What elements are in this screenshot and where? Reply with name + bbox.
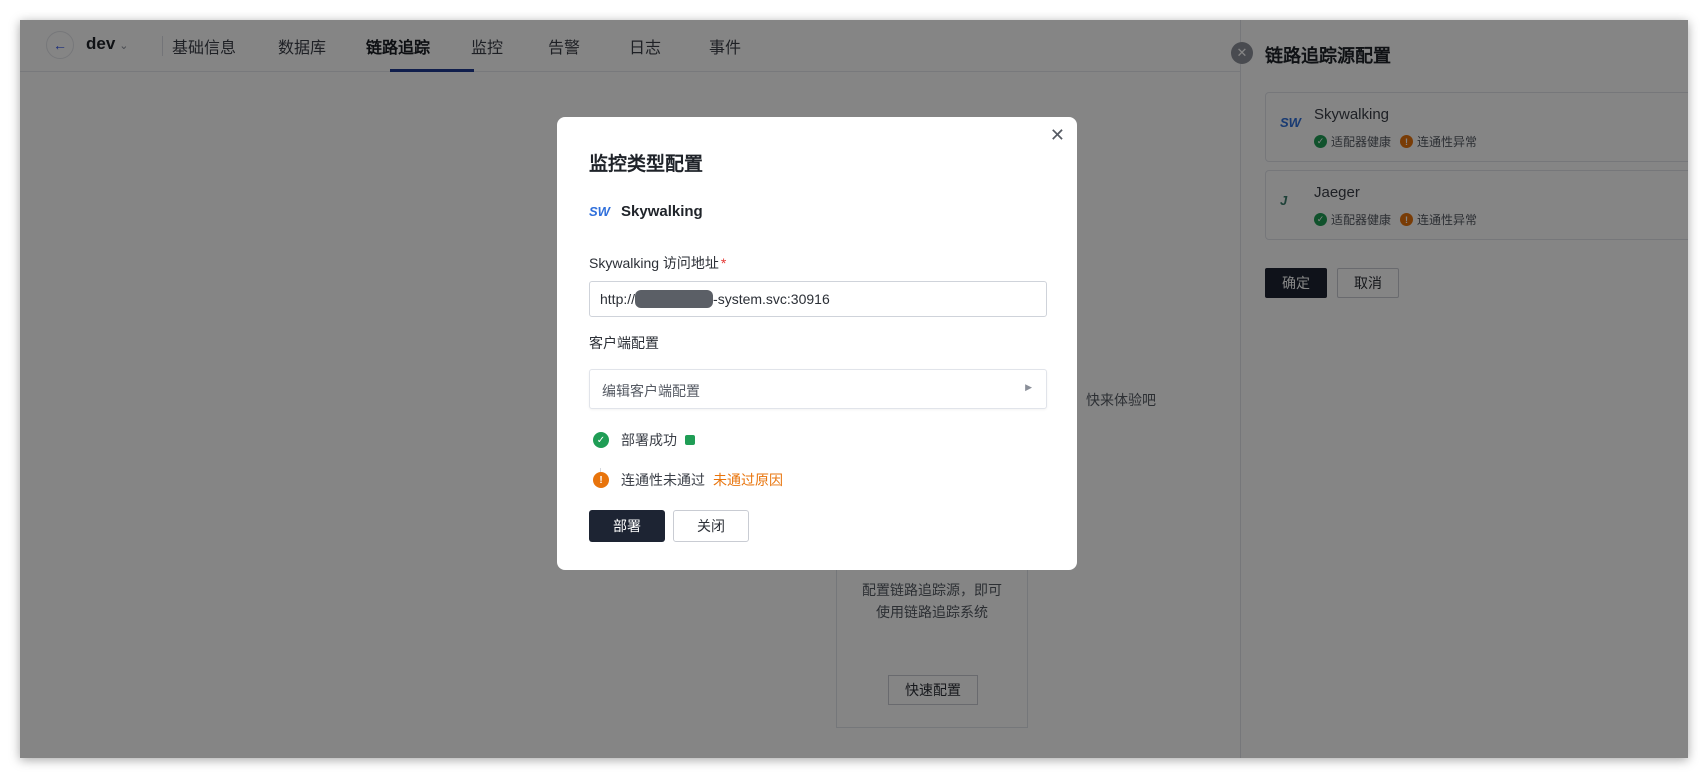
close-button[interactable]: 关闭 <box>673 510 749 542</box>
url-prefix: http:// <box>600 291 636 307</box>
deploy-status-step: ✓ 部署成功 <box>593 430 695 450</box>
monitor-type-config-modal: ✕ 监控类型配置 SW Skywalking Skywalking 访问地址 * … <box>557 117 1077 570</box>
caret-right-icon: ▶ <box>1025 382 1032 392</box>
url-suffix: -system.svc:30916 <box>713 291 830 307</box>
provider-header: SW Skywalking <box>589 203 703 220</box>
client-config-text: 编辑客户端配置 <box>602 383 700 399</box>
success-square-icon <box>685 435 695 445</box>
failure-reason-link[interactable]: 未通过原因 <box>713 470 783 490</box>
warning-circle-icon: ! <box>593 472 609 488</box>
step-label: 连通性未通过 <box>621 472 705 488</box>
deploy-button[interactable]: 部署 <box>589 510 665 542</box>
app-window: ← dev ⌄ 基础信息 数据库 链路追踪 监控 告警 日志 事件 快来体验吧 配… <box>20 20 1688 758</box>
skywalking-logo-icon: SW <box>589 204 610 219</box>
required-marker: * <box>720 255 727 271</box>
redacted-block <box>635 290 714 308</box>
client-config-label: 客户端配置 <box>589 335 659 351</box>
modal-title: 监控类型配置 <box>589 154 704 175</box>
connectivity-status-step: ! 连通性未通过 未通过原因 <box>593 470 783 490</box>
edit-client-config-row[interactable]: 编辑客户端配置 ▶ <box>589 369 1047 409</box>
step-label: 部署成功 <box>621 432 677 448</box>
url-input[interactable]: http:// -system.svc:30916 <box>589 281 1047 317</box>
provider-name: Skywalking <box>621 203 703 220</box>
url-label-text: Skywalking 访问地址 <box>589 255 719 271</box>
check-circle-icon: ✓ <box>593 432 609 448</box>
url-field-label: Skywalking 访问地址 * <box>589 253 726 273</box>
close-icon[interactable]: ✕ <box>1050 125 1065 146</box>
